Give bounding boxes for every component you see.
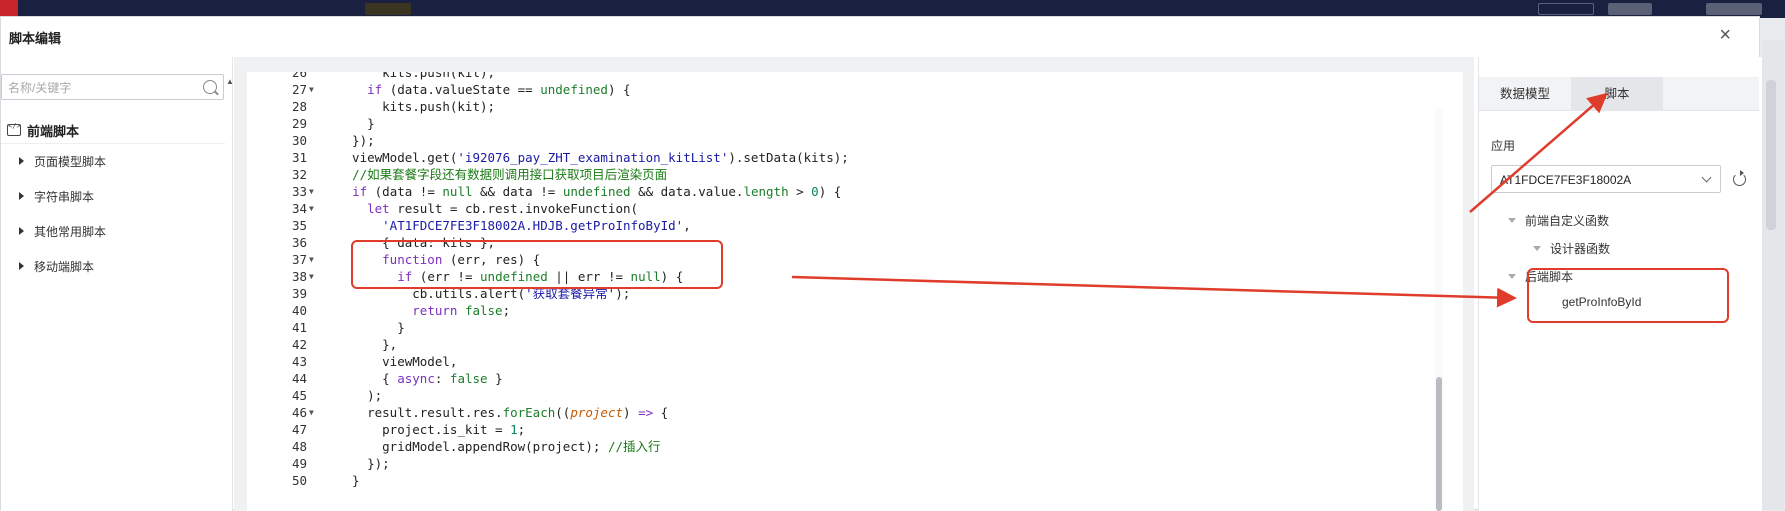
arrow-to-function bbox=[791, 275, 1517, 308]
arrow-to-script-tab bbox=[1469, 92, 1608, 213]
annotation-arrows bbox=[791, 92, 1608, 308]
